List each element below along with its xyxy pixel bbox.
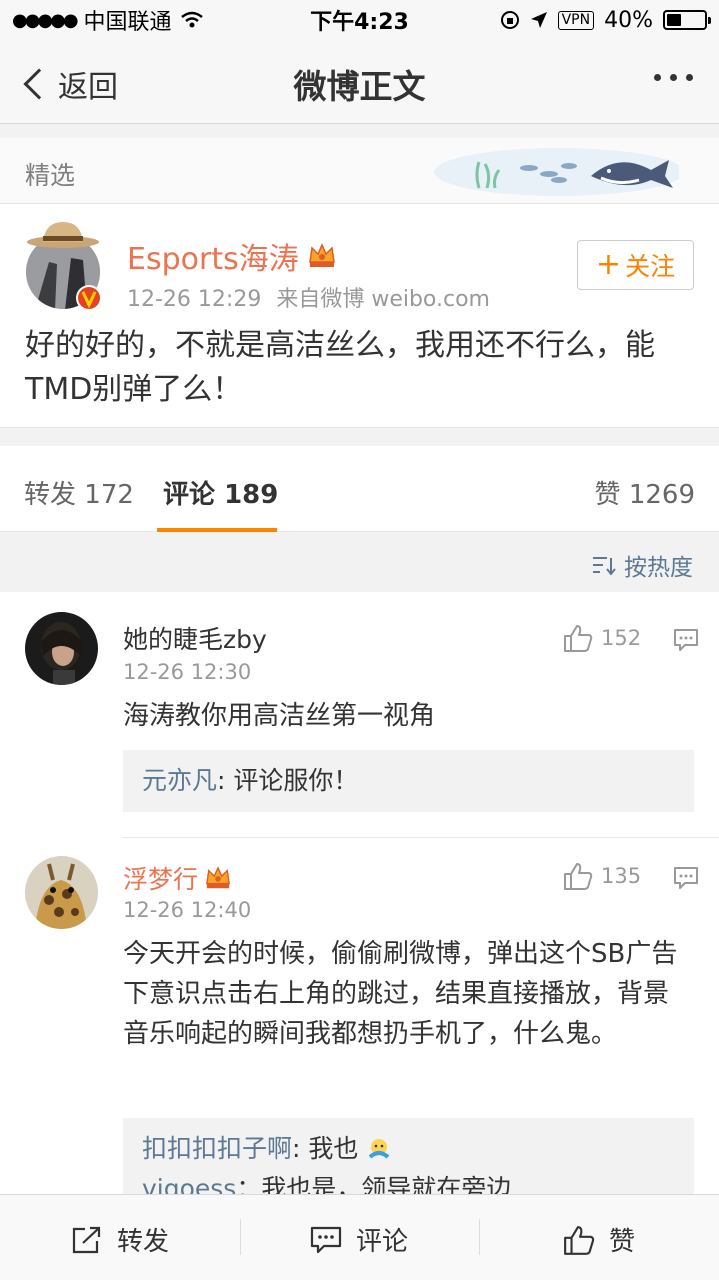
orientation-lock-icon: [500, 11, 519, 29]
post-tabs: 转发 172 评论 189 赞 1269: [0, 446, 719, 532]
post-time: 12-26 12:29: [127, 287, 262, 312]
follow-label: 关注: [625, 252, 676, 281]
status-left: ●●●●● 中国联通: [12, 4, 204, 36]
bottom-action-bar: 转发 评论 赞: [0, 1194, 719, 1280]
repost-label: 转发: [117, 1227, 170, 1257]
repost-button[interactable]: 转发: [71, 1221, 169, 1258]
comment-icon: [310, 1226, 342, 1253]
commenter-name-text: 浮梦行: [123, 865, 199, 894]
reply-icon[interactable]: [673, 628, 699, 652]
more-options-button[interactable]: [654, 74, 693, 81]
weibo-post: Esports海涛 12-26 12:29 来自微博 weibo.com + 关…: [0, 204, 719, 428]
back-button[interactable]: 返回: [22, 62, 118, 106]
sort-label: 按热度: [624, 555, 693, 581]
dot-icon: [654, 74, 661, 81]
sort-icon: [593, 557, 616, 575]
comment-list: 她的睫毛zby 12-26 12:30 152 海涛教你用高洁丝第一视角 元亦凡…: [0, 592, 719, 1194]
author-name-text: Esports海涛: [127, 242, 299, 277]
comment-like-count: 152: [601, 626, 642, 650]
dot-icon: [686, 74, 693, 81]
author-name[interactable]: Esports海涛: [127, 234, 337, 278]
plus-icon: +: [595, 247, 622, 282]
status-bar: ●●●●● 中国联通 下午4:23 VPN 40%: [0, 0, 719, 40]
dot-icon: [670, 74, 677, 81]
comment-item: 她的睫毛zby 12-26 12:30 152 海涛教你用高洁丝第一视角 元亦凡…: [0, 592, 719, 838]
battery-icon: [663, 10, 711, 30]
sort-row: 按热度: [0, 532, 719, 592]
separator: [240, 1219, 241, 1255]
vip-crown-icon: [308, 243, 335, 267]
commenter-avatar[interactable]: [25, 612, 98, 685]
reply-box[interactable]: 扣扣扣扣子啊: 我也 viqoess：我也是，领导就在旁边: [123, 1118, 694, 1194]
reply-username[interactable]: 扣扣扣扣子啊: [142, 1134, 292, 1163]
status-right: VPN 40%: [500, 7, 711, 33]
back-label: 返回: [58, 70, 118, 105]
tab-reposts-count: 172: [84, 480, 134, 510]
reply-line: 扣扣扣扣子啊: 我也: [123, 1132, 694, 1166]
battery-fill: [667, 14, 682, 26]
shark-illustration: [434, 148, 679, 196]
reply-line: viqoess：我也是，领导就在旁边: [123, 1172, 694, 1194]
author-avatar[interactable]: [25, 218, 101, 310]
tab-likes-count: 1269: [628, 480, 695, 510]
reply-box[interactable]: 元亦凡: 评论服你！: [123, 750, 694, 812]
post-source: 来自微博 weibo.com: [276, 287, 490, 312]
comment-time: 12-26 12:40: [123, 898, 252, 922]
featured-label: 精选: [25, 161, 76, 190]
comment-label: 评论: [356, 1227, 409, 1257]
tab-likes[interactable]: 赞 1269: [595, 474, 695, 511]
comment-time: 12-26 12:30: [123, 660, 252, 684]
tab-comments-count: 189: [224, 480, 279, 510]
thumbs-up-icon: [564, 1225, 595, 1255]
chevron-left-icon: [23, 68, 55, 100]
emoji-icon: [369, 1139, 390, 1159]
reply-username[interactable]: 元亦凡: [142, 766, 217, 795]
commenter-avatar[interactable]: [25, 856, 98, 929]
reply-line: 元亦凡: 评论服你！: [123, 764, 694, 798]
follow-button[interactable]: + 关注: [577, 240, 694, 290]
comment-item: 浮梦行 12-26 12:40 135 今天开会的时候，偷偷刷微博，弹出这个SB…: [0, 838, 719, 1194]
comment-like-button[interactable]: 135: [563, 862, 641, 890]
comment-like-button[interactable]: 152: [563, 624, 641, 652]
commenter-name[interactable]: 她的睫毛zby: [123, 620, 267, 656]
separator: [479, 1219, 480, 1255]
tab-likes-label: 赞: [594, 480, 621, 510]
thumbs-up-icon: [564, 863, 593, 890]
vip-crown-icon: [206, 866, 230, 889]
sort-by-hot-button[interactable]: 按热度: [592, 548, 693, 582]
featured-banner[interactable]: 精选: [0, 138, 719, 204]
post-text: 好的好的，不就是高洁丝么，我用还不行么，能TMD别弹了么！: [25, 328, 655, 407]
comment-text: 海涛教你用高洁丝第一视角: [123, 701, 436, 731]
share-icon: [72, 1226, 101, 1253]
reply-username[interactable]: viqoess: [142, 1174, 236, 1194]
location-arrow-icon: [530, 12, 547, 28]
like-button[interactable]: 赞: [563, 1221, 635, 1258]
like-label: 赞: [609, 1227, 636, 1257]
reply-text: : 评论服你！: [217, 766, 359, 795]
vpn-badge: VPN: [557, 10, 595, 30]
commenter-name[interactable]: 浮梦行: [123, 860, 232, 896]
reply-icon[interactable]: [673, 866, 699, 890]
battery-percent: 40%: [604, 7, 653, 33]
comment-text: 今天开会的时候，偷偷刷微博，弹出这个SB广告下意识点击右上角的跳过，结果直接播放…: [123, 939, 678, 1049]
tab-reposts-label: 转发: [24, 480, 77, 510]
tab-comments-label: 评论: [163, 480, 216, 510]
post-meta: 12-26 12:29 来自微博 weibo.com: [127, 281, 490, 313]
reply-text: ：我也是，领导就在旁边: [236, 1174, 512, 1194]
carrier-name: 中国联通: [83, 10, 172, 35]
wifi-icon: [180, 11, 203, 28]
reply-text: : 我也: [292, 1134, 359, 1163]
nav-bar: 返回 微博正文: [0, 40, 719, 124]
comment-button[interactable]: 评论: [310, 1221, 408, 1258]
tab-reposts[interactable]: 转发 172: [24, 474, 134, 511]
thumbs-up-icon: [564, 625, 593, 652]
tab-comments[interactable]: 评论 189: [163, 474, 278, 511]
comment-like-count: 135: [601, 864, 642, 888]
signal-strength-icon: ●●●●●: [12, 9, 79, 31]
